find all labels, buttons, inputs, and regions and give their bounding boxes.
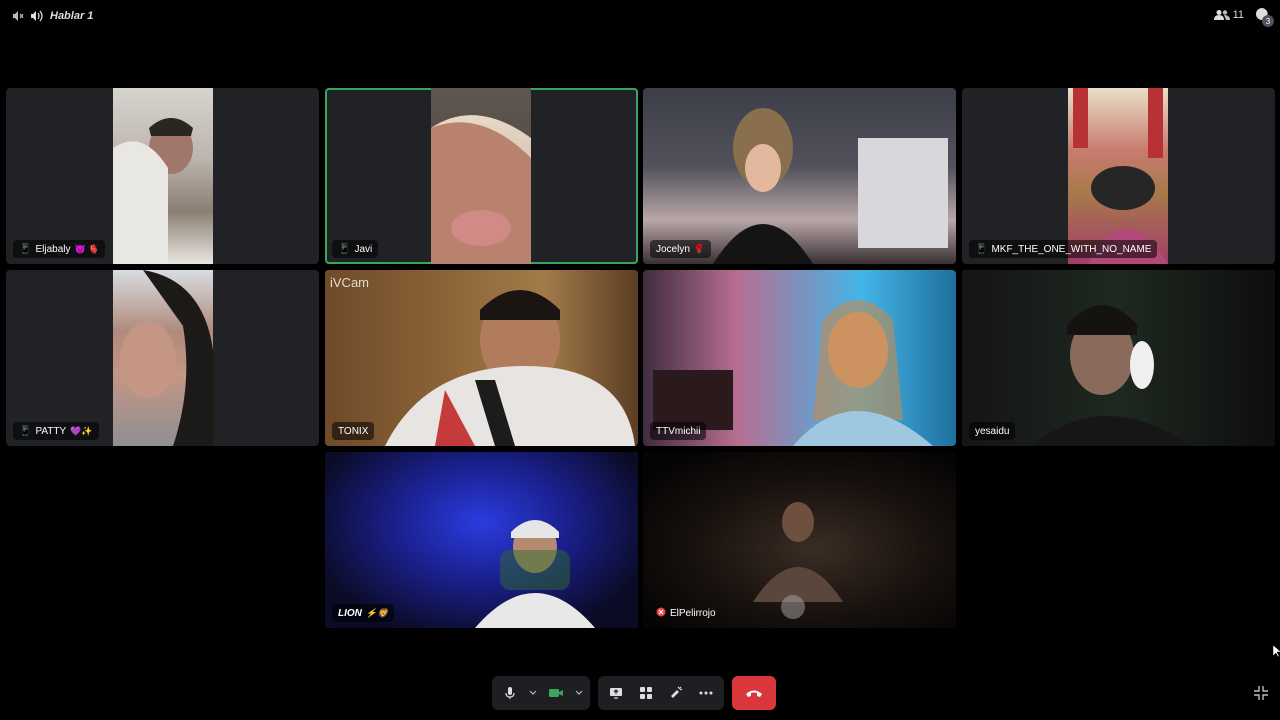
camera-feed (962, 270, 1275, 446)
chevron-down-icon (529, 690, 537, 695)
name-tag: TTVmichii (650, 422, 707, 440)
name-tag: 📱 MKF_THE_ONE_WITH_NO_NAME (969, 240, 1158, 258)
channel-header: Hablar 1 (10, 8, 93, 24)
participant-name: TTVmichii (656, 425, 701, 437)
people-icon (1213, 10, 1230, 20)
name-emoji: 👿 🫀 (74, 243, 100, 254)
speaker-icon[interactable] (30, 8, 46, 24)
camera-watermark: iVCam (330, 275, 370, 290)
name-tag: Jocelyn 🌹 (650, 240, 712, 258)
camera-feed (643, 270, 956, 446)
video-tile-lion[interactable]: LION ⚡🦁 (325, 452, 638, 628)
participants-button[interactable]: 11 (1213, 9, 1244, 21)
camera-feed (325, 452, 638, 628)
camera-feed (643, 88, 956, 264)
video-tile-tonix[interactable]: iVCam TONIX (325, 270, 638, 446)
name-tag: 📱 Javi (332, 240, 379, 258)
participant-name: Jocelyn (656, 243, 690, 255)
screen-share-icon (610, 688, 622, 699)
participant-name: yesaidu (975, 425, 1010, 437)
microphone-options-button[interactable] (526, 679, 540, 707)
name-tag: yesaidu (969, 422, 1016, 440)
media-controls (492, 676, 590, 710)
video-tile-mkf[interactable]: 📱 MKF_THE_ONE_WITH_NO_NAME (962, 88, 1275, 264)
participant-name: PATTY (35, 425, 67, 437)
soundboard-icon (671, 686, 683, 698)
mouse-cursor-icon (1272, 644, 1280, 658)
participant-name: Javi (354, 243, 373, 255)
activities-button[interactable] (632, 679, 660, 707)
camera-feed (113, 270, 213, 446)
speaker-muted-icon[interactable] (10, 8, 26, 24)
screen-share-button[interactable] (602, 679, 630, 707)
collapse-icon (1254, 686, 1268, 700)
channel-name: Hablar 1 (50, 10, 94, 22)
camera-feed (113, 88, 213, 264)
phone-icon: 📱 (338, 243, 351, 255)
video-tile-jocelyn[interactable]: Jocelyn 🌹 (643, 88, 956, 264)
video-tile-javi[interactable]: 📱 Javi (325, 88, 638, 264)
more-button[interactable] (692, 679, 720, 707)
name-tag: 📱 Eljabaly 👿 🫀 (13, 240, 106, 258)
video-tile-ttvmichii[interactable]: TTVmichii (643, 270, 956, 446)
camera-icon (549, 689, 563, 697)
activity-button[interactable]: 3 (1254, 7, 1274, 27)
activity-badge: 3 (1262, 15, 1274, 27)
video-tile-patty[interactable]: 📱 PATTY 💜✨ (6, 270, 319, 446)
soundboard-button[interactable] (662, 679, 690, 707)
more-icon (699, 691, 713, 695)
participant-name: TONIX (338, 425, 369, 437)
camera-feed (325, 270, 638, 446)
microphone-icon (505, 687, 515, 699)
camera-options-button[interactable] (572, 679, 586, 707)
hang-up-button[interactable] (732, 676, 776, 710)
participant-count: 11 (1232, 9, 1244, 21)
microphone-button[interactable] (496, 679, 524, 707)
hang-up-icon (746, 690, 762, 697)
chevron-down-icon (575, 690, 583, 695)
video-tile-elpelirrojo[interactable]: ElPelirrojo (643, 452, 956, 628)
name-tag: 📱 PATTY 💜✨ (13, 422, 99, 440)
phone-icon: 📱 (19, 243, 32, 255)
name-tag: TONIX (332, 422, 375, 440)
participant-name: ElPelirrojo (670, 607, 716, 619)
muted-icon (656, 607, 666, 620)
camera-feed (431, 88, 531, 264)
phone-icon: 📱 (975, 243, 988, 255)
participant-name: MKF_THE_ONE_WITH_NO_NAME (991, 243, 1152, 255)
name-emoji: 💜✨ (70, 425, 93, 436)
name-emoji: ⚡🦁 (365, 607, 389, 618)
participant-name: LION (338, 607, 362, 619)
name-tag: ElPelirrojo (650, 604, 722, 622)
activities-icon (640, 687, 652, 699)
name-emoji: 🌹 (693, 243, 706, 254)
video-tile-eljabaly[interactable]: 📱 Eljabaly 👿 🫀 (6, 88, 319, 264)
participant-name: Eljabaly (35, 243, 71, 255)
video-tile-yesaidu[interactable]: yesaidu (962, 270, 1275, 446)
call-controls (492, 676, 776, 710)
camera-feed (1068, 88, 1168, 264)
top-bar: Hablar 1 11 3 (0, 0, 1280, 32)
name-tag: LION ⚡🦁 (332, 604, 395, 622)
header-actions: 11 3 (1213, 7, 1274, 27)
camera-feed (643, 452, 956, 628)
extra-controls (598, 676, 724, 710)
exit-fullscreen-button[interactable] (1252, 684, 1270, 702)
camera-button[interactable] (542, 679, 570, 707)
phone-icon: 📱 (19, 425, 32, 437)
